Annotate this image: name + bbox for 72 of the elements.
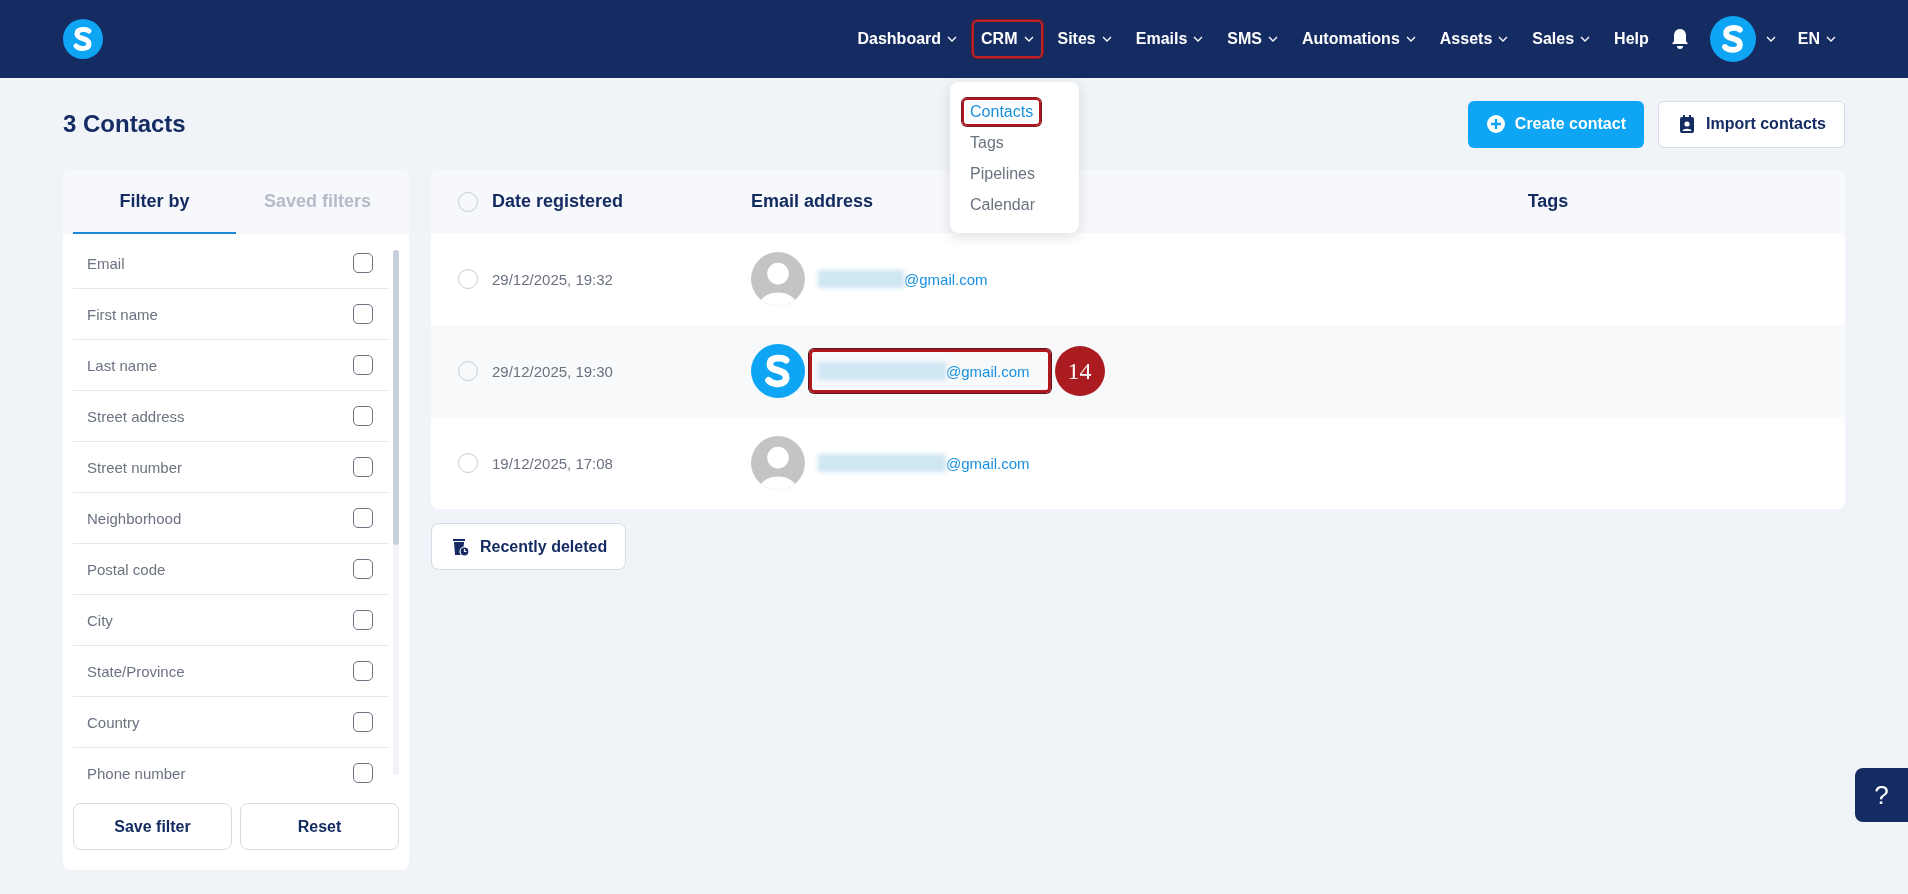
checkbox[interactable] — [353, 610, 373, 630]
caret-icon — [1405, 36, 1416, 42]
checkbox[interactable] — [353, 253, 373, 273]
filter-field-label: Postal code — [87, 560, 166, 578]
caret-icon — [1268, 36, 1278, 42]
dropdown-item[interactable]: Calendar — [962, 191, 1043, 219]
caret-icon[interactable] — [1765, 36, 1776, 42]
filter-field-label: Phone number — [87, 764, 186, 782]
column-header: Date registered — [492, 191, 624, 212]
bell-icon[interactable] — [1669, 28, 1690, 50]
trash-clock-icon — [450, 536, 470, 557]
step-number-badge: 14 — [1054, 346, 1105, 396]
caret-icon — [1193, 36, 1204, 42]
nav-menu-item[interactable]: Sites — [1048, 20, 1121, 58]
checkbox[interactable] — [353, 661, 373, 681]
filter-field-label: City — [87, 611, 113, 629]
filter-field-label: Street number — [87, 458, 183, 476]
nav-menu-item[interactable]: Help — [1605, 20, 1658, 58]
checkbox[interactable] — [353, 457, 373, 477]
filter-field-label: First name — [87, 305, 158, 323]
nav-menu-item[interactable]: Assets — [1430, 20, 1518, 58]
save-filter-button[interactable]: Save filter — [73, 803, 232, 850]
page-title: 3 Contacts — [63, 110, 186, 138]
help-button[interactable]: ? — [1855, 768, 1908, 822]
dropdown-item[interactable]: Tags — [962, 129, 1012, 157]
caret-icon — [1023, 36, 1034, 42]
nav-menu-item[interactable]: Dashboard — [848, 20, 967, 58]
filter-field-label: State/Province — [87, 662, 185, 680]
recently-deleted-button[interactable]: Recently deleted — [431, 523, 627, 570]
caret-icon — [1580, 36, 1591, 42]
nav-menu-item[interactable]: Automations — [1293, 20, 1425, 58]
filter-field-label: Last name — [87, 356, 158, 374]
dropdown-item[interactable]: Pipelines — [962, 160, 1043, 188]
filter-tab[interactable]: Filter by — [73, 170, 236, 234]
filter-field-label: Street address — [87, 407, 185, 425]
nav-menu-item[interactable]: Sales — [1523, 20, 1600, 58]
scrollbar[interactable] — [393, 250, 399, 775]
dropdown-item[interactable]: Contacts — [962, 98, 1042, 126]
logo-icon[interactable] — [63, 19, 103, 59]
date-cell: 19/12/2025, 17:08 — [492, 454, 613, 472]
contact-card-icon — [1677, 114, 1697, 134]
email-link[interactable]: @gmail.com — [809, 441, 1051, 485]
checkbox[interactable] — [353, 559, 373, 579]
checkbox[interactable] — [353, 508, 373, 528]
column-header: Email address — [751, 191, 874, 212]
checkbox[interactable] — [353, 304, 373, 324]
caret-icon — [947, 36, 958, 42]
language-selector[interactable]: EN — [1787, 20, 1845, 58]
nav-menu-item[interactable]: CRM — [972, 20, 1043, 58]
filter-field-label: Email — [87, 254, 125, 272]
checkbox[interactable] — [353, 406, 373, 426]
date-cell: 29/12/2025, 19:30 — [492, 362, 613, 380]
import-contacts-button[interactable]: Import contacts — [1658, 100, 1845, 148]
plus-circle-icon — [1485, 114, 1506, 134]
date-cell: 29/12/2025, 19:32 — [492, 270, 613, 288]
nav-menu-item[interactable]: SMS — [1218, 20, 1287, 58]
filter-field-label: Country — [87, 713, 140, 731]
email-link[interactable]: @gmail.com — [809, 257, 1009, 301]
user-avatar-icon[interactable] — [1709, 16, 1756, 62]
column-header: Tags — [1527, 191, 1569, 212]
reset-button[interactable]: Reset — [240, 803, 399, 850]
checkbox[interactable] — [353, 355, 373, 375]
caret-icon — [1826, 36, 1836, 42]
caret-icon — [1101, 36, 1112, 42]
logo-avatar-icon — [751, 344, 805, 398]
nav-menu-item[interactable]: Emails — [1126, 20, 1213, 58]
checkbox[interactable] — [353, 712, 373, 732]
user-avatar-icon — [751, 436, 805, 490]
filter-field-label: Neighborhood — [87, 509, 182, 527]
checkbox[interactable] — [353, 763, 373, 783]
user-avatar-icon — [751, 252, 805, 306]
caret-icon — [1498, 36, 1509, 42]
